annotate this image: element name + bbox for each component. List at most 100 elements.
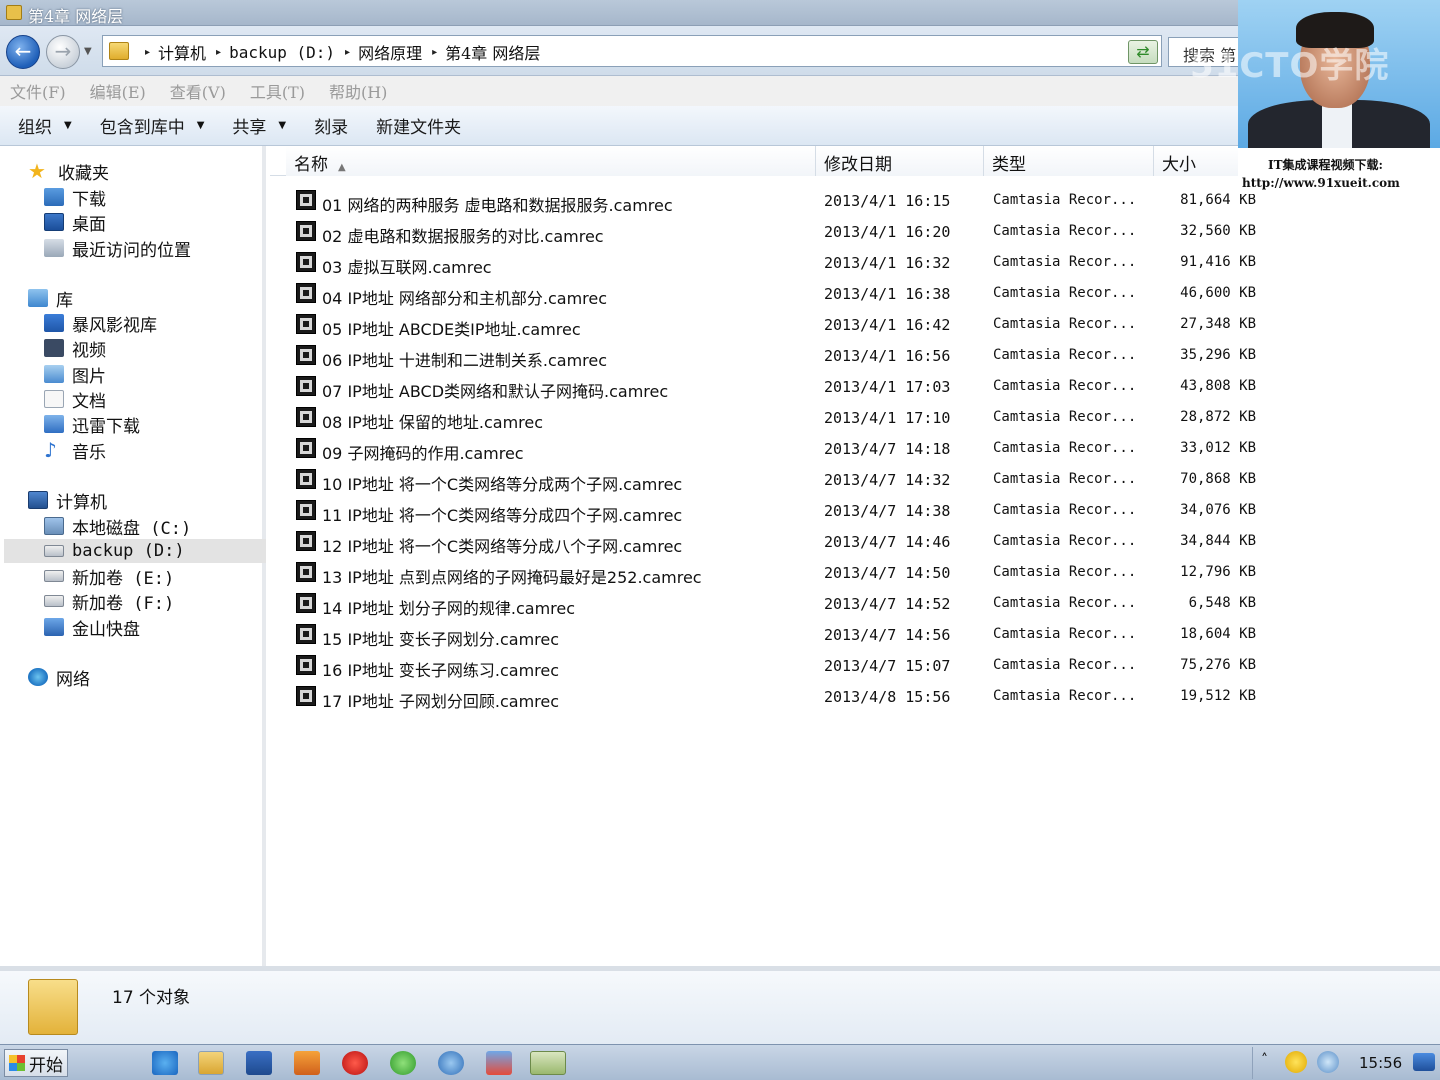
chevron-icon[interactable]: ▸: [216, 47, 221, 58]
ie-icon[interactable]: [152, 1051, 178, 1075]
show-hidden-icons-icon[interactable]: ˄: [1261, 1052, 1268, 1068]
sidebar-item-pictures[interactable]: 图片: [44, 362, 106, 387]
file-size: 34,076 KB: [1180, 502, 1256, 518]
refresh-button[interactable]: ⇄: [1128, 40, 1158, 64]
file-row[interactable]: 09 子网掩码的作用.camrec 2013/4/7 14:18 Camtasia …: [270, 434, 1440, 465]
folder-icon: [109, 42, 129, 60]
sidebar-item-xunlei-downloads[interactable]: 迅雷下载: [44, 412, 140, 437]
clock[interactable]: 15:56: [1359, 1054, 1402, 1072]
file-row[interactable]: 07 IP地址 ABCD类网络和默认子网掩码.camrec 2013/4/1 17…: [270, 372, 1440, 403]
file-type: Camtasia Recor...: [993, 409, 1137, 425]
title-bar: 第4章 网络层: [0, 0, 1240, 26]
video-file-icon: [296, 376, 316, 396]
sidebar-item-documents[interactable]: 文档: [44, 387, 106, 412]
player-icon[interactable]: [342, 1051, 368, 1075]
burn-button[interactable]: 刻录: [314, 113, 348, 138]
breadcrumb: ▸ 计算机 ▸ backup (D:) ▸ 网络原理 ▸ 第4章 网络层: [135, 40, 540, 64]
file-type: Camtasia Recor...: [993, 657, 1137, 673]
address-bar[interactable]: ▸ 计算机 ▸ backup (D:) ▸ 网络原理 ▸ 第4章 网络层 ▼: [102, 35, 1162, 67]
dispatch-icon[interactable]: [486, 1051, 512, 1075]
file-row[interactable]: 16 IP地址 变长子网练习.camrec 2013/4/7 15:07 Camta…: [270, 651, 1440, 682]
file-type: Camtasia Recor...: [993, 595, 1137, 611]
sidebar-item-videos[interactable]: 视频: [44, 336, 106, 361]
gift-icon[interactable]: [294, 1051, 320, 1075]
share-button[interactable]: 共享 ▼: [232, 113, 286, 138]
sidebar-favorites[interactable]: ★ 收藏夹: [28, 159, 109, 184]
sidebar-item-new-volume-f[interactable]: 新加卷 (F:): [44, 589, 174, 614]
new-folder-button[interactable]: 新建文件夹: [376, 113, 461, 138]
sidebar-computer[interactable]: 计算机: [28, 488, 107, 513]
media-icon[interactable]: [246, 1051, 272, 1075]
explorer-icon[interactable]: [198, 1051, 224, 1075]
sidebar-network[interactable]: 网络: [28, 665, 90, 690]
file-row[interactable]: 06 IP地址 十进制和二进制关系.camrec 2013/4/1 16:56 Ca…: [270, 341, 1440, 372]
window-title: 第4章 网络层: [28, 7, 124, 26]
file-row[interactable]: 08 IP地址 保留的地址.camrec 2013/4/1 17:10 Camtas…: [270, 403, 1440, 434]
sidebar-libraries[interactable]: 库: [28, 286, 73, 311]
recent-pages-dropdown[interactable]: ▼: [84, 46, 92, 57]
menu-view[interactable]: 查看(V): [170, 79, 226, 103]
chevron-icon[interactable]: ▸: [145, 47, 150, 58]
column-date[interactable]: 修改日期: [816, 146, 984, 176]
chevron-down-icon: ▼: [64, 120, 72, 131]
file-size: 6,548 KB: [1188, 595, 1256, 611]
file-type: Camtasia Recor...: [993, 502, 1137, 518]
share-label: 共享: [232, 118, 267, 138]
organize-button[interactable]: 组织 ▼: [18, 113, 72, 138]
sidebar-item-downloads[interactable]: 下载: [44, 185, 106, 210]
sidebar-item-backup-d[interactable]: backup (D:): [4, 539, 266, 563]
file-date: 2013/4/1 16:38: [824, 285, 951, 303]
camtasia-icon[interactable]: [530, 1051, 566, 1075]
menu-tools[interactable]: 工具(T): [250, 79, 305, 103]
promo-line-1: IT集成课程视频下载:: [1268, 158, 1383, 172]
file-row[interactable]: 12 IP地址 将一个C类网络等分成八个子网.camrec 2013/4/7 14…: [270, 527, 1440, 558]
file-row[interactable]: 17 IP地址 子网划分回顾.camrec 2013/4/8 15:56 Camta…: [270, 682, 1440, 713]
file-type: Camtasia Recor...: [993, 347, 1137, 363]
menu-help[interactable]: 帮助(H): [329, 79, 387, 103]
sidebar-item-recent-places[interactable]: 最近访问的位置: [44, 236, 191, 261]
file-row[interactable]: 03 虚拟互联网.camrec 2013/4/1 16:32 Camtasia Re…: [270, 248, 1440, 279]
breadcrumb-backup[interactable]: backup (D:): [229, 43, 335, 62]
file-row[interactable]: 15 IP地址 变长子网划分.camrec 2013/4/7 14:56 Camta…: [270, 620, 1440, 651]
start-button[interactable]: 开始: [4, 1049, 68, 1077]
sidebar-item-desktop[interactable]: 桌面: [44, 210, 106, 235]
menu-edit[interactable]: 编辑(E): [90, 79, 146, 103]
sidebar-item-kuaipan[interactable]: 金山快盘: [44, 615, 140, 640]
sidebar-item-local-disk-c[interactable]: 本地磁盘 (C:): [44, 514, 191, 539]
file-size: 35,296 KB: [1180, 347, 1256, 363]
security-icon[interactable]: [1285, 1051, 1307, 1073]
sidebar-item-music[interactable]: ♪ 音乐: [44, 438, 106, 463]
forward-button[interactable]: →: [46, 35, 80, 69]
file-row[interactable]: 04 IP地址 网络部分和主机部分.camrec 2013/4/1 16:38 Ca…: [270, 279, 1440, 310]
file-row[interactable]: 10 IP地址 将一个C类网络等分成两个子网.camrec 2013/4/7 14…: [270, 465, 1440, 496]
file-date: 2013/4/7 14:52: [824, 595, 951, 613]
video-icon: [44, 339, 64, 357]
breadcrumb-chapter4[interactable]: 第4章 网络层: [445, 40, 540, 64]
menu-file[interactable]: 文件(F): [10, 79, 66, 103]
column-name[interactable]: 名称 ▲: [286, 146, 816, 176]
network-icon[interactable]: [438, 1051, 464, 1075]
file-name: 02 虚电路和数据报服务的对比.camrec: [322, 227, 604, 246]
show-desktop-icon[interactable]: [1413, 1053, 1435, 1071]
sidebar-item-new-volume-e[interactable]: 新加卷 (E:): [44, 564, 174, 589]
sort-up-icon: ▲: [338, 162, 346, 173]
network-status-icon[interactable]: [1317, 1051, 1339, 1073]
chevron-icon[interactable]: ▸: [432, 47, 437, 58]
breadcrumb-computer[interactable]: 计算机: [158, 40, 206, 64]
include-in-library-button[interactable]: 包含到库中 ▼: [100, 113, 205, 138]
breadcrumb-network-principles[interactable]: 网络原理: [358, 40, 422, 64]
file-row[interactable]: 13 IP地址 点到点网络的子网掩码最好是252.camrec 2013/4/7 …: [270, 558, 1440, 589]
recent-places-icon: [44, 239, 64, 257]
back-button[interactable]: ←: [6, 35, 40, 69]
file-name: 09 子网掩码的作用.camrec: [322, 444, 524, 463]
file-row[interactable]: 02 虚电路和数据报服务的对比.camrec 2013/4/1 16:20 Camt…: [270, 217, 1440, 248]
column-type[interactable]: 类型: [984, 146, 1154, 176]
file-type: Camtasia Recor...: [993, 688, 1137, 704]
file-row[interactable]: 11 IP地址 将一个C类网络等分成四个子网.camrec 2013/4/7 14…: [270, 496, 1440, 527]
file-row[interactable]: 14 IP地址 划分子网的规律.camrec 2013/4/7 14:52 Camt…: [270, 589, 1440, 620]
file-row[interactable]: 05 IP地址 ABCDE类IP地址.camrec 2013/4/1 16:42 C…: [270, 310, 1440, 341]
menu-bar: 文件(F) 编辑(E) 查看(V) 工具(T) 帮助(H): [0, 76, 1240, 106]
browser-icon[interactable]: [390, 1051, 416, 1075]
chevron-icon[interactable]: ▸: [345, 47, 350, 58]
sidebar-item-baofeng-library[interactable]: 暴风影视库: [44, 311, 157, 336]
